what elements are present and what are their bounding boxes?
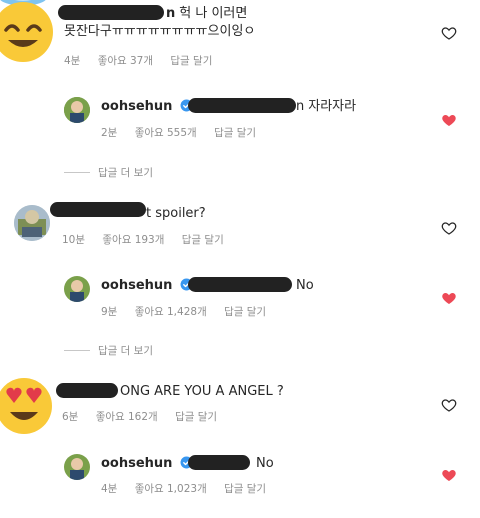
smiling-face-with-halo-icon[interactable] <box>0 0 56 66</box>
avatar[interactable] <box>64 97 90 123</box>
username[interactable]: oohsehun <box>101 456 172 471</box>
reply-body: n 자라자라 <box>296 99 357 114</box>
comment-text: t spoiler? <box>146 206 206 221</box>
heart-outline-icon[interactable] <box>441 220 457 236</box>
view-more-replies-button[interactable]: 답글 더 보기 <box>98 343 153 358</box>
redacted-mention[interactable] <box>188 98 296 113</box>
comments-thread: n헉 나 이러면 못잔다구ㅠㅠㅠㅠㅠㅠㅠㅠ으이잉ㅇ 4분 좋아요 37개 답글 … <box>0 0 480 518</box>
reply-time: 9분 <box>101 306 118 318</box>
reply-likes[interactable]: 좋아요 555개 <box>135 127 197 139</box>
reply-button[interactable]: 답글 달기 <box>170 55 212 67</box>
heart-filled-icon[interactable] <box>441 112 457 128</box>
redacted-mention[interactable] <box>188 455 250 470</box>
comment-meta: 10분 좋아요 193개 답글 달기 <box>62 232 238 247</box>
username[interactable]: oohsehun <box>101 278 172 293</box>
reply-body: No <box>296 278 314 293</box>
comment-time: 4분 <box>64 55 81 67</box>
reply-time: 2분 <box>101 127 118 139</box>
comment-likes[interactable]: 좋아요 162개 <box>96 411 158 423</box>
reply-button[interactable]: 답글 달기 <box>224 483 266 495</box>
view-more-replies-button[interactable]: 답글 더 보기 <box>98 165 153 180</box>
reply-button[interactable]: 답글 달기 <box>182 234 224 246</box>
avatar-photo-icon <box>64 276 90 302</box>
comment-meta: 4분 좋아요 37개 답글 달기 <box>64 53 226 68</box>
redacted-username[interactable] <box>56 383 118 398</box>
redacted-username[interactable] <box>58 5 164 20</box>
reply-button[interactable]: 답글 달기 <box>175 411 217 423</box>
comment-time: 6분 <box>62 411 79 423</box>
redacted-username[interactable] <box>50 202 146 217</box>
reply-meta: 2분 좋아요 555개 답글 달기 <box>101 125 270 140</box>
heart-filled-icon[interactable] <box>441 467 457 483</box>
avatar-photo-icon <box>64 97 90 123</box>
divider <box>64 350 90 351</box>
comment-likes[interactable]: 좋아요 193개 <box>102 234 164 246</box>
avatar[interactable] <box>64 276 90 302</box>
avatar-photo-icon <box>64 454 90 480</box>
comment-likes[interactable]: 좋아요 37개 <box>98 55 153 67</box>
redacted-mention[interactable] <box>188 277 292 292</box>
divider <box>64 172 90 173</box>
smiling-face-with-heart-eyes-icon[interactable] <box>0 376 54 436</box>
heart-outline-icon[interactable] <box>441 397 457 413</box>
comment-text-line2: 못잔다구ㅠㅠㅠㅠㅠㅠㅠㅠ으이잉ㅇ <box>64 24 256 39</box>
reply-button[interactable]: 답글 달기 <box>224 306 266 318</box>
reply-likes[interactable]: 좋아요 1,428개 <box>135 306 207 318</box>
comment-text: n헉 나 이러면 <box>166 6 248 21</box>
reply-meta: 4분 좋아요 1,023개 답글 달기 <box>101 481 280 496</box>
avatar[interactable] <box>64 454 90 480</box>
comment-time: 10분 <box>62 234 86 246</box>
comment-meta: 6분 좋아요 162개 답글 달기 <box>62 409 231 424</box>
reply-likes[interactable]: 좋아요 1,023개 <box>135 483 207 495</box>
username[interactable]: oohsehun <box>101 99 172 114</box>
avatar-photo-icon <box>14 205 50 241</box>
reply-meta: 9분 좋아요 1,428개 답글 달기 <box>101 304 280 319</box>
reply-button[interactable]: 답글 달기 <box>214 127 256 139</box>
avatar[interactable] <box>14 205 50 241</box>
reply-body: No <box>256 456 274 471</box>
heart-outline-icon[interactable] <box>441 25 457 41</box>
heart-filled-icon[interactable] <box>441 290 457 306</box>
reply-time: 4분 <box>101 483 118 495</box>
comment-text: ONG ARE YOU A ANGEL ? <box>120 384 284 399</box>
